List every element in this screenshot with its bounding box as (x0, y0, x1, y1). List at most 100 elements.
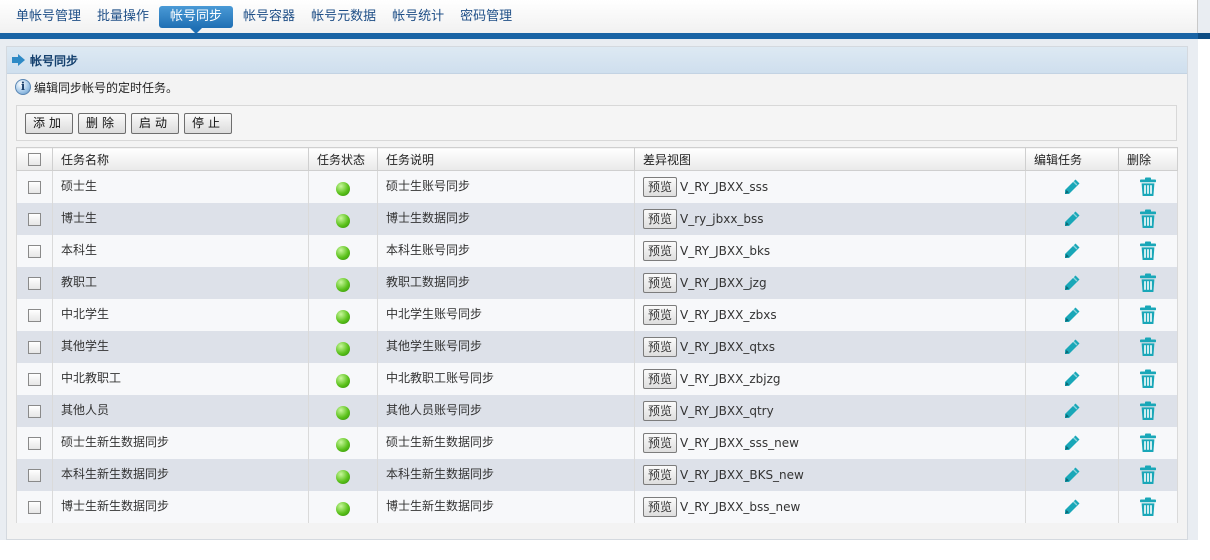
task-desc-cell: 其他人员账号同步 (377, 394, 635, 427)
preview-button[interactable]: 预览 (643, 368, 678, 389)
task-name-cell: 本科生新生数据同步 (52, 458, 309, 491)
preview-button[interactable]: 预览 (643, 496, 678, 517)
trash-icon[interactable] (1139, 177, 1157, 200)
pencil-icon[interactable] (1062, 369, 1082, 392)
table-row[interactable]: 教职工 教职工数据同步 预览 V_RY_JBXX_jzg (16, 266, 1178, 299)
task-desc: 中北学生账号同步 (386, 306, 483, 321)
header-task-status[interactable]: 任务状态 (308, 147, 378, 171)
row-checkbox[interactable] (28, 244, 41, 258)
header-task-name[interactable]: 任务名称 (52, 147, 309, 171)
row-checkbox[interactable] (28, 308, 41, 322)
task-status-cell (308, 266, 378, 299)
preview-button[interactable]: 预览 (643, 177, 678, 197)
start-button[interactable]: 启动 (131, 113, 179, 134)
nav-tab-3[interactable]: 帐号容器 (235, 6, 303, 28)
table-row[interactable]: 其他人员 其他人员账号同步 预览 V_RY_JBXX_qtry (16, 394, 1178, 427)
pencil-icon[interactable] (1062, 241, 1082, 264)
nav-tab-6[interactable]: 密码管理 (452, 6, 520, 28)
row-checkbox[interactable] (28, 436, 41, 450)
table-row[interactable]: 硕士生 硕士生账号同步 预览 V_RY_JBXX_sss (16, 170, 1178, 203)
preview-button[interactable]: 预览 (643, 464, 678, 485)
preview-button[interactable]: 预览 (643, 304, 678, 325)
pencil-icon[interactable] (1062, 305, 1082, 328)
table-row[interactable]: 本科生 本科生账号同步 预览 V_RY_JBXX_bks (16, 234, 1178, 267)
nav-underline-bar (0, 33, 1210, 39)
trash-icon[interactable] (1139, 433, 1157, 456)
row-checkbox[interactable] (28, 468, 41, 482)
preview-button[interactable]: 预览 (643, 432, 678, 453)
row-checkbox[interactable] (28, 212, 41, 226)
edit-task-cell (1025, 170, 1119, 203)
pencil-icon[interactable] (1062, 209, 1082, 232)
task-name: 博士生 (61, 210, 98, 225)
task-desc-cell: 其他学生账号同步 (377, 330, 635, 363)
trash-icon[interactable] (1139, 401, 1157, 424)
task-name: 本科生新生数据同步 (61, 466, 170, 481)
row-checkbox[interactable] (28, 404, 41, 418)
task-name: 中北学生 (61, 306, 110, 321)
info-message: i 编辑同步帐号的定时任务。 (7, 74, 1187, 100)
nav-tab-0[interactable]: 单帐号管理 (8, 6, 89, 28)
view-name: V_RY_JBXX_qtxs (680, 339, 776, 354)
pencil-icon[interactable] (1062, 177, 1082, 200)
add-button[interactable]: 添加 (25, 113, 73, 134)
table-row[interactable]: 本科生新生数据同步 本科生新生数据同步 预览 V_RY_JBXX_BKS_new (16, 458, 1178, 491)
preview-button[interactable]: 预览 (643, 400, 678, 421)
pencil-icon[interactable] (1062, 401, 1082, 424)
trash-icon[interactable] (1139, 241, 1157, 264)
edit-task-cell (1025, 330, 1119, 363)
table-row[interactable]: 中北学生 中北学生账号同步 预览 V_RY_JBXX_zbxs (16, 298, 1178, 331)
stop-button[interactable]: 停止 (184, 113, 232, 134)
task-table: 任务名称 任务状态 任务说明 差异视图 编辑任务 删除 硕士生 硕士生账号同步 预览… (16, 147, 1178, 523)
trash-icon[interactable] (1139, 209, 1157, 232)
trash-icon[interactable] (1139, 337, 1157, 360)
table-row[interactable]: 博士生 博士生数据同步 预览 V_ry_jbxx_bss (16, 202, 1178, 235)
panel-header: 帐号同步 (7, 47, 1187, 74)
preview-button[interactable]: 预览 (643, 272, 678, 293)
nav-tab-4[interactable]: 帐号元数据 (303, 6, 384, 28)
view-name: V_RY_JBXX_sss (680, 180, 769, 194)
row-checkbox[interactable] (28, 500, 41, 514)
view-name: V_RY_JBXX_zbxs (680, 307, 777, 322)
trash-icon[interactable] (1139, 465, 1157, 488)
select-all-checkbox[interactable] (28, 153, 41, 166)
delete-task-cell (1118, 298, 1178, 331)
row-checkbox[interactable] (28, 276, 41, 290)
row-checkbox[interactable] (28, 181, 41, 194)
nav-tab-2[interactable]: 帐号同步 (159, 6, 234, 34)
pencil-icon[interactable] (1062, 337, 1082, 360)
header-diff-view[interactable]: 差异视图 (634, 147, 1026, 171)
nav-tabs: 单帐号管理 批量操作 帐号同步 帐号容器 帐号元数据 帐号统计 密码管理 (8, 6, 520, 34)
trash-icon[interactable] (1139, 305, 1157, 328)
pencil-icon[interactable] (1062, 433, 1082, 456)
task-desc: 其他人员账号同步 (386, 402, 483, 417)
row-checkbox[interactable] (28, 372, 41, 386)
row-checkbox[interactable] (28, 340, 41, 354)
nav-tab-5[interactable]: 帐号统计 (384, 6, 452, 28)
table-row[interactable]: 中北教职工 中北教职工账号同步 预览 V_RY_JBXX_zbjzg (16, 362, 1178, 395)
task-status-cell (308, 490, 378, 523)
pencil-icon[interactable] (1062, 465, 1082, 488)
row-select-cell (16, 234, 53, 267)
diff-view-cell: 预览 V_RY_JBXX_bss_new (634, 490, 1026, 523)
delete-button[interactable]: 删除 (78, 113, 126, 134)
table-row[interactable]: 博士生新生数据同步 博士生新生数据同步 预览 V_RY_JBXX_bss_new (16, 490, 1178, 523)
task-desc-cell: 本科生账号同步 (377, 234, 635, 267)
preview-button[interactable]: 预览 (643, 336, 678, 357)
task-status-cell (308, 330, 378, 363)
preview-button[interactable]: 预览 (643, 240, 678, 261)
table-row[interactable]: 其他学生 其他学生账号同步 预览 V_RY_JBXX_qtxs (16, 330, 1178, 363)
trash-icon[interactable] (1139, 497, 1157, 520)
trash-icon[interactable] (1139, 369, 1157, 392)
preview-button[interactable]: 预览 (643, 208, 678, 229)
pencil-icon[interactable] (1062, 497, 1082, 520)
nav-tab-1[interactable]: 批量操作 (89, 6, 157, 28)
arrow-right-icon (12, 54, 26, 66)
pencil-icon[interactable] (1062, 273, 1082, 296)
task-name: 其他人员 (61, 402, 110, 417)
trash-icon[interactable] (1139, 273, 1157, 296)
view-name: V_RY_JBXX_jzg (680, 275, 767, 290)
table-row[interactable]: 硕士生新生数据同步 硕士生新生数据同步 预览 V_RY_JBXX_sss_new (16, 426, 1178, 459)
header-task-desc[interactable]: 任务说明 (377, 147, 635, 171)
diff-view-cell: 预览 V_RY_JBXX_sss (634, 170, 1026, 203)
